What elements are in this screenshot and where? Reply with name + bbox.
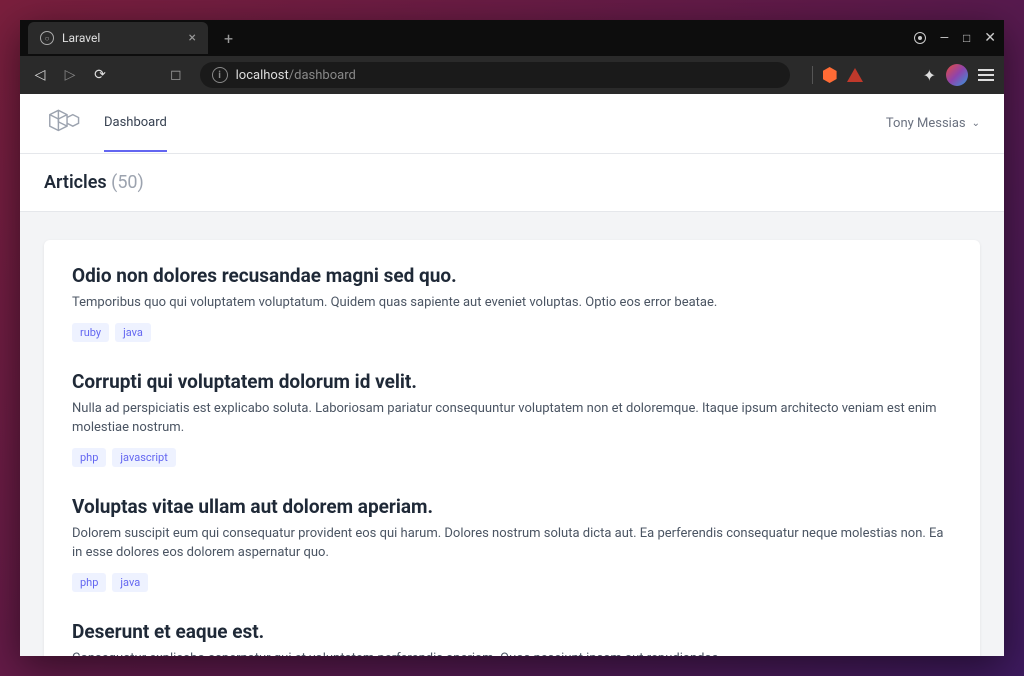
article-excerpt: Temporibus quo qui voluptatem voluptatum…	[72, 293, 952, 313]
article-item: Deserunt et eaque est. Consequatur explic…	[72, 620, 952, 657]
close-icon[interactable]: ×	[189, 30, 196, 46]
url-host: localhost	[236, 68, 289, 83]
article-count: (50)	[111, 172, 144, 193]
warning-icon[interactable]	[847, 68, 863, 82]
tag[interactable]: ruby	[72, 323, 109, 342]
back-button[interactable]: ◁	[30, 67, 50, 83]
tag[interactable]: javascript	[112, 448, 175, 467]
tab-title: Laravel	[62, 31, 181, 45]
article-tags: php javascript	[72, 448, 952, 467]
maximize-icon[interactable]: □	[963, 31, 970, 45]
info-icon[interactable]: i	[212, 67, 228, 83]
toolbar-right: ✦	[812, 64, 994, 86]
page-content: Dashboard Tony Messias ⌄ Articles (50) O…	[20, 94, 1004, 656]
globe-icon: ○	[40, 31, 54, 45]
app-navbar: Dashboard Tony Messias ⌄	[20, 94, 1004, 154]
article-title[interactable]: Corrupti qui voluptatem dolorum id velit…	[72, 370, 952, 393]
nav-dashboard[interactable]: Dashboard	[104, 95, 167, 152]
articles-card: Odio non dolores recusandae magni sed qu…	[44, 240, 980, 656]
article-item: Odio non dolores recusandae magni sed qu…	[72, 264, 952, 342]
bookmark-icon[interactable]: ◻	[170, 67, 182, 83]
tag[interactable]: java	[115, 323, 151, 342]
user-name: Tony Messias	[886, 116, 966, 131]
article-tags: phpjava	[72, 573, 952, 592]
article-title[interactable]: Voluptas vitae ullam aut dolorem aperiam…	[72, 495, 952, 518]
page-title: Articles (50)	[44, 172, 980, 193]
tag[interactable]: java	[112, 573, 148, 592]
tag[interactable]: php	[72, 448, 106, 467]
article-item: Corrupti qui voluptatem dolorum id velit…	[72, 370, 952, 467]
url-path: /dashboard	[289, 68, 356, 83]
window-controls: — □ ✕	[914, 30, 996, 46]
profile-avatar[interactable]	[946, 64, 968, 86]
reload-button[interactable]: ⟳	[90, 67, 110, 83]
window-dot-icon[interactable]	[914, 32, 926, 44]
browser-window: ○ Laravel × + — □ ✕ ◁ ▷ ⟳ ◻ i localhost/…	[20, 20, 1004, 656]
article-excerpt: Nulla ad perspiciatis est explicabo solu…	[72, 399, 952, 438]
tab-bar: ○ Laravel × + — □ ✕	[20, 20, 1004, 56]
forward-button[interactable]: ▷	[60, 67, 80, 83]
article-excerpt: Dolorem suscipit eum qui consequatur pro…	[72, 524, 952, 563]
close-window-icon[interactable]: ✕	[984, 30, 996, 46]
tag[interactable]: php	[72, 573, 106, 592]
laravel-logo-icon[interactable]	[44, 106, 80, 142]
article-item: Voluptas vitae ullam aut dolorem aperiam…	[72, 495, 952, 592]
url-bar[interactable]: i localhost/dashboard	[200, 62, 790, 88]
article-title[interactable]: Deserunt et eaque est.	[72, 620, 952, 643]
shield-icon[interactable]	[823, 67, 837, 83]
hamburger-menu-icon[interactable]	[978, 66, 994, 84]
chevron-down-icon: ⌄	[972, 118, 980, 129]
page-header: Articles (50)	[20, 154, 1004, 212]
browser-tab[interactable]: ○ Laravel ×	[28, 22, 208, 54]
article-title[interactable]: Odio non dolores recusandae magni sed qu…	[72, 264, 952, 287]
article-tags: ruby java	[72, 323, 952, 342]
page-title-text: Articles	[44, 172, 107, 193]
user-menu[interactable]: Tony Messias ⌄	[886, 116, 980, 131]
browser-toolbar: ◁ ▷ ⟳ ◻ i localhost/dashboard ✦	[20, 56, 1004, 94]
new-tab-button[interactable]: +	[216, 25, 241, 52]
article-excerpt: Consequatur explicabo aspernatur qui et …	[72, 649, 952, 657]
divider	[812, 66, 813, 84]
minimize-icon[interactable]: —	[940, 31, 949, 45]
articles-container: Odio non dolores recusandae magni sed qu…	[20, 212, 1004, 656]
extensions-icon[interactable]: ✦	[923, 66, 936, 85]
